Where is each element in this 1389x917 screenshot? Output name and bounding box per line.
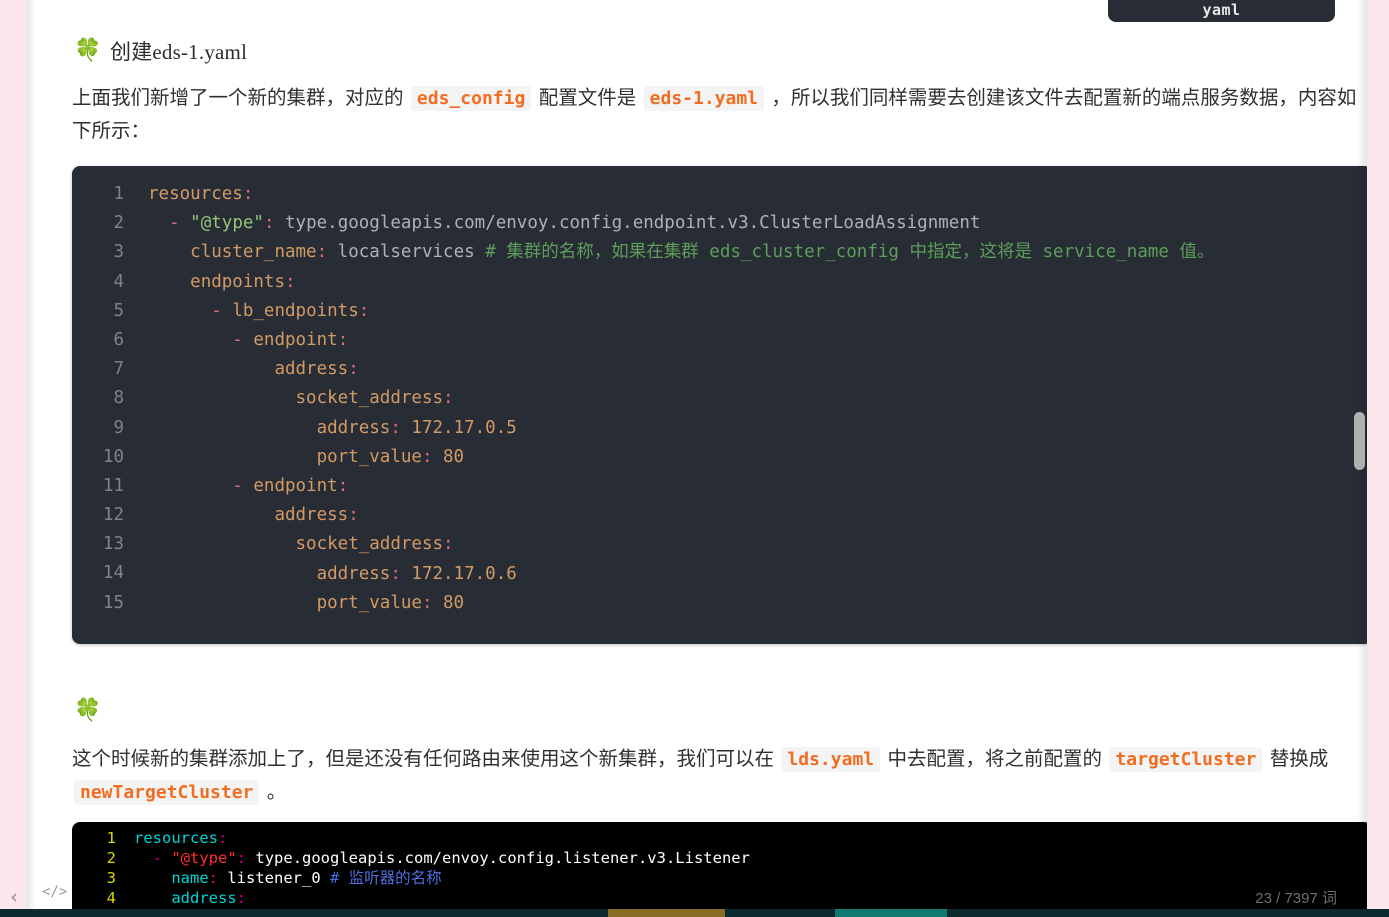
code-line-number: 4: [106, 889, 116, 907]
code-line-numbers: 12345: [72, 828, 116, 917]
code-line: cluster_name: localservices # 集群的名称，如果在集…: [190, 242, 1215, 263]
paragraph-text-part: 。: [261, 781, 287, 803]
code-line-number: 3: [113, 242, 124, 263]
code-line: address:: [274, 505, 359, 526]
inline-code-target-cluster: targetCluster: [1109, 747, 1263, 772]
code-line: port_value: 80: [316, 446, 465, 467]
code-line: port_value: 80: [316, 592, 465, 613]
code-block-inner: 1 2 3 4 5 6 7 8 9 10 11 12 13 14 15 resources: - "@typ…: [72, 166, 1372, 632]
code-line-number: 2: [106, 849, 116, 867]
inline-code-eds-1-yaml: eds-1.yaml: [643, 86, 765, 111]
code-line: address: 172.17.0.5: [316, 417, 517, 438]
clover-icon: 🍀: [74, 698, 102, 723]
code-line-number: 12: [102, 505, 124, 526]
word-count-status: 23 / 7397 词: [1255, 890, 1337, 907]
code-line: - endpoint:: [232, 330, 349, 351]
code-line: endpoints:: [190, 271, 296, 292]
language-badge-yaml: yaml: [1108, 0, 1335, 22]
code-line: - endpoint:: [232, 476, 349, 497]
paragraph-text-part: 中去配置，将之前配置的: [882, 748, 1108, 770]
code-view-toggle-icon[interactable]: </>: [42, 884, 67, 900]
code-block-inner: 12345 resources: - "@type": type.googlea…: [72, 822, 1372, 917]
paragraph-lds-intro: 这个时候新的集群添加上了，但是还没有任何路由来使用这个新集群，我们可以在 lds…: [72, 743, 1372, 809]
bottom-status-strip: [0, 909, 1389, 917]
clover-icon: 🍀: [74, 38, 102, 63]
inline-code-lds-yaml: lds.yaml: [781, 747, 881, 772]
code-line: address: 172.17.0.6: [316, 563, 517, 584]
status-segment: [947, 909, 1389, 917]
code-line-number: 13: [102, 534, 124, 555]
status-segment-active: [835, 909, 947, 917]
right-page-gutter: [1357, 0, 1389, 917]
status-segment: [725, 909, 835, 917]
editor-viewport: ‹ yaml 🍀 创建eds-1.yaml 上面我们新增了一个新的集群，对应的 …: [0, 0, 1389, 917]
code-content: resources: - "@type": type.googleapis.co…: [124, 180, 1372, 618]
code-line-number: 9: [113, 417, 124, 438]
status-segment-warning: [608, 909, 725, 917]
code-line-number: 8: [113, 388, 124, 409]
paragraph-text-part: 替换成: [1264, 748, 1329, 770]
code-line-number: 7: [113, 359, 124, 380]
code-line: resources:: [148, 184, 254, 204]
code-line: address:: [171, 889, 246, 907]
code-line: - lb_endpoints:: [211, 300, 370, 321]
code-line-number: 14: [102, 563, 124, 584]
code-block-lds-yaml[interactable]: 12345 resources: - "@type": type.googlea…: [72, 822, 1372, 917]
heading-text: 创建eds-1.yaml: [110, 40, 248, 64]
code-line-number: 6: [113, 329, 124, 350]
code-line-number: 1: [106, 829, 116, 847]
paragraph-text-part: 上面我们新增了一个新的集群，对应的: [72, 87, 409, 109]
document-body: yaml 🍀 创建eds-1.yaml 上面我们新增了一个新的集群，对应的 ed…: [36, 0, 1372, 917]
paragraph-text-part: 配置文件是: [533, 87, 642, 109]
paragraph-eds-intro: 上面我们新增了一个新的集群，对应的 eds_config 配置文件是 eds-1…: [72, 82, 1372, 148]
code-line: - "@type": type.googleapis.com/envoy.con…: [169, 213, 981, 234]
code-line-number: 4: [113, 271, 124, 292]
code-content: resources: - "@type": type.googleapis.co…: [116, 828, 1372, 917]
code-line: socket_address:: [295, 534, 454, 555]
heading-lds-section: 🍀: [72, 698, 110, 724]
code-line: name: listener_0 # 监听器的名称: [171, 869, 442, 887]
code-line: address:: [274, 359, 359, 380]
code-line: - "@type": type.googleapis.com/envoy.con…: [152, 849, 750, 867]
code-block-eds-1-yaml[interactable]: 1 2 3 4 5 6 7 8 9 10 11 12 13 14 15 resources: - "@typ…: [72, 166, 1372, 644]
code-line: resources:: [134, 829, 228, 847]
code-line-number: 1: [113, 184, 124, 204]
heading-create-eds-1-yaml: 🍀 创建eds-1.yaml: [72, 36, 247, 66]
inline-code-eds-config: eds_config: [410, 86, 532, 111]
code-line-number: 5: [113, 300, 124, 321]
paragraph-text-part: 这个时候新的集群添加上了，但是还没有任何路由来使用这个新集群，我们可以在: [72, 748, 780, 770]
vertical-scrollbar-thumb[interactable]: [1354, 412, 1365, 470]
back-chevron-icon[interactable]: ‹: [6, 886, 22, 908]
code-line-number: 11: [102, 475, 124, 496]
code-line: socket_address:: [295, 388, 454, 409]
left-page-gutter: [0, 0, 36, 917]
status-segment: [0, 909, 608, 917]
code-line-number: 2: [113, 213, 124, 234]
inline-code-new-target-cluster: newTargetCluster: [74, 780, 260, 805]
code-line-number: 15: [102, 592, 124, 613]
code-line-number: 10: [102, 446, 124, 467]
code-line-numbers: 1 2 3 4 5 6 7 8 9 10 11 12 13 14 15: [72, 180, 124, 618]
code-line-number: 3: [106, 869, 116, 887]
